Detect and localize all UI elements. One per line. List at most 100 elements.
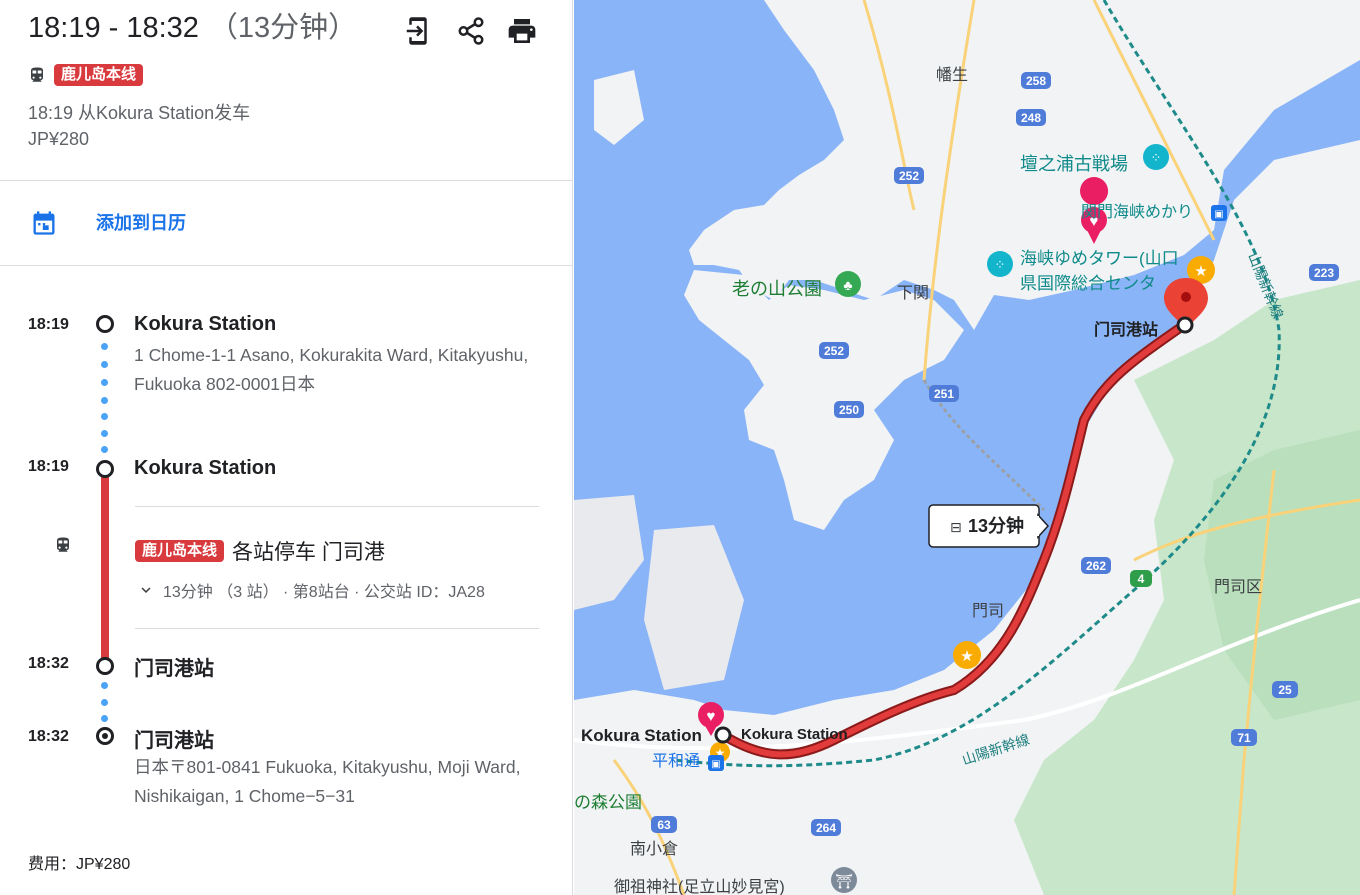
destination-station-marker[interactable]	[1176, 316, 1194, 334]
svg-text:248: 248	[1021, 111, 1041, 125]
rail-station-icon: ▣	[1211, 205, 1227, 221]
place-label: 南小倉	[630, 840, 678, 858]
stop-name[interactable]: Kokura Station	[134, 457, 276, 480]
road-shield: 4	[1130, 570, 1152, 587]
stop-time: 18:19	[28, 316, 69, 333]
place-label: 門司	[972, 603, 1004, 620]
walk-dot	[101, 682, 108, 689]
place-label: 関門海峡めかり	[1081, 203, 1193, 221]
place-label: の森公園	[574, 793, 642, 812]
svg-text:252: 252	[899, 169, 919, 183]
time-range-text: 18:19 - 18:32	[28, 12, 199, 44]
send-to-phone-icon	[406, 17, 427, 45]
leg-detail-text: 13分钟 （3 站） · 第8站台 · 公交站 ID：JA28	[163, 584, 485, 601]
shrine-marker[interactable]: ⛩	[831, 867, 857, 893]
svg-text:4: 4	[1138, 572, 1145, 586]
divider	[135, 628, 539, 629]
print-icon	[508, 19, 536, 43]
walk-dot	[101, 446, 108, 453]
svg-text:♣: ♣	[843, 277, 852, 293]
svg-text:252: 252	[824, 344, 844, 358]
summary-price: JP¥280	[28, 129, 90, 149]
place-label: Kokura Station	[581, 726, 702, 745]
svg-text:264: 264	[816, 821, 836, 835]
place-label: 壇之浦古戦場	[1020, 154, 1128, 174]
leg-service: 各站停车 门司港	[232, 541, 385, 564]
share-button[interactable]	[454, 14, 488, 48]
departure-info: 18:19 从Kokura Station发车	[28, 103, 251, 123]
road-shield: 262	[1081, 557, 1111, 574]
road-shield: 25	[1272, 681, 1298, 698]
walk-dot	[101, 413, 108, 420]
leg-detail-toggle[interactable]: 13分钟 （3 站） · 第8站台 · 公交站 ID：JA28	[137, 578, 485, 602]
walk-dot	[101, 699, 108, 706]
stop-time: 18:32	[28, 655, 69, 672]
walk-dot	[101, 343, 108, 350]
route-duration-callout[interactable]: ⊟ 13分钟	[928, 504, 1050, 548]
train-icon	[57, 537, 69, 552]
place-label: 幡生	[936, 66, 968, 84]
road-shield: 248	[1016, 109, 1046, 126]
star-marker[interactable]: ★	[953, 641, 981, 669]
walk-dot	[101, 430, 108, 437]
stop-time: 18:19	[28, 458, 69, 475]
place-label: 県国際総合センタ	[1020, 274, 1156, 293]
svg-text:★: ★	[960, 648, 973, 665]
place-label: 下関	[897, 285, 929, 302]
map-view[interactable]: 258 248 252 223 252 251 250 262 4 25 71 …	[573, 0, 1360, 895]
stop-marker	[96, 657, 114, 675]
svg-text:63: 63	[657, 818, 671, 832]
map-canvas[interactable]: 258 248 252 223 252 251 250 262 4 25 71 …	[573, 0, 1360, 895]
print-button[interactable]	[505, 14, 539, 48]
svg-text:⛩: ⛩	[835, 873, 853, 889]
walk-dot	[101, 397, 108, 404]
leg-title: 鹿儿岛本线 各站停车 门司港	[135, 536, 385, 566]
road-shield: 251	[929, 385, 959, 402]
train-icon: ⊟	[950, 519, 962, 535]
directions-panel: 18:19 - 18:32 （13分钟） 鹿儿岛本线 18:19 从Kokura …	[0, 0, 573, 895]
place-label: Kokura Station	[741, 726, 848, 743]
trip-time-range: 18:19 - 18:32 （13分钟）	[28, 10, 357, 46]
line-badge: 鹿儿岛本线	[135, 540, 225, 562]
svg-text:71: 71	[1237, 731, 1251, 745]
place-label: 门司港站	[1094, 320, 1158, 339]
road-shield: 63	[651, 816, 677, 833]
calendar-icon[interactable]	[30, 208, 58, 238]
walk-dot	[101, 361, 108, 368]
svg-text:▣: ▣	[711, 759, 720, 770]
place-label: 海峡ゆめタワー(山口	[1020, 249, 1179, 268]
stop-marker	[96, 460, 114, 478]
place-label: 平和通	[652, 752, 700, 770]
road-shield: 264	[811, 819, 841, 836]
svg-text:223: 223	[1314, 266, 1334, 280]
stop-time: 18:32	[28, 728, 69, 745]
walk-dot	[101, 379, 108, 386]
train-route-line	[101, 477, 109, 659]
line-badge: 鹿儿岛本线	[54, 64, 144, 86]
svg-text:♥: ♥	[707, 708, 716, 725]
svg-text:⁘: ⁘	[1151, 150, 1162, 165]
road-shield: 258	[1021, 72, 1051, 89]
svg-text:⁘: ⁘	[995, 257, 1006, 272]
attraction-marker[interactable]: ⁘	[1143, 144, 1169, 170]
road-shield: 252	[819, 342, 849, 359]
origin-station-marker[interactable]	[714, 726, 732, 744]
share-icon	[458, 17, 484, 45]
stop-name[interactable]: 门司港站	[134, 652, 214, 681]
stop-name[interactable]: Kokura Station	[134, 313, 276, 336]
summary-line: 鹿儿岛本线	[28, 64, 144, 86]
svg-text:★: ★	[1194, 263, 1207, 280]
park-marker[interactable]: ♣	[835, 271, 861, 297]
trip-duration: （13分钟）	[208, 12, 358, 44]
svg-text:25: 25	[1278, 683, 1292, 697]
svg-text:258: 258	[1026, 74, 1046, 88]
divider	[135, 506, 539, 507]
stop-marker	[96, 315, 114, 333]
place-label: 老の山公園	[732, 279, 822, 299]
attraction-marker[interactable]: ⁘	[987, 251, 1013, 277]
stop-address: 1 Chome-1-1 Asano, Kokurakita Ward, Kita…	[134, 345, 529, 394]
svg-text:251: 251	[934, 387, 954, 401]
add-to-calendar-link[interactable]: 添加到日历	[96, 209, 186, 235]
stop-name[interactable]: 门司港站	[134, 724, 214, 753]
send-to-phone-button[interactable]	[401, 14, 435, 48]
